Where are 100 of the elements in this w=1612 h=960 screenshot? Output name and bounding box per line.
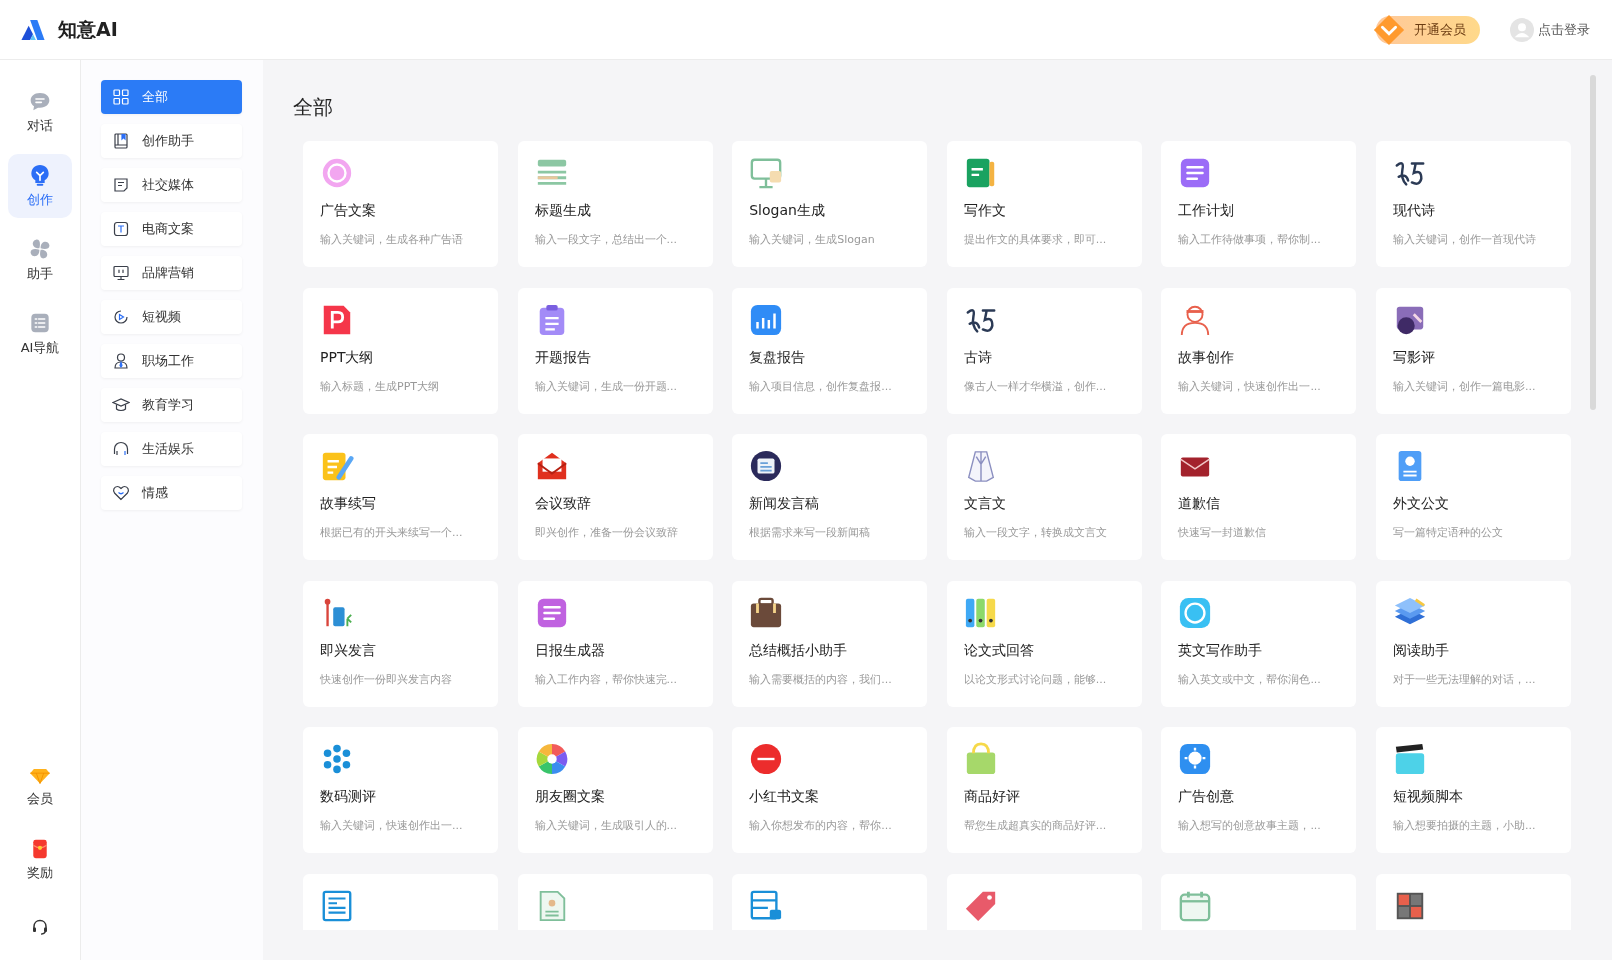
play-icon [112, 308, 130, 326]
tool-card[interactable]: 现代诗 输入关键词，创作一首现代诗 [1375, 141, 1571, 267]
tool-card[interactable]: 古诗 像古人一样才华横溢，创作... [946, 287, 1142, 414]
category-item[interactable]: 短视频 [101, 300, 242, 334]
vip-button[interactable]: 开通会员 [1376, 15, 1480, 44]
card-description: 像古人一样才华横溢，创作... [963, 378, 1108, 394]
bulb-icon [28, 163, 52, 187]
card-title: 外文公文 [1392, 495, 1450, 514]
card-title: 英文写作助手 [1178, 641, 1264, 660]
card-title: 会议致辞 [534, 495, 592, 514]
diamond-icon [1372, 12, 1406, 47]
headset-icon [31, 918, 49, 936]
card-description: 输入一段文字，总结出一个... [534, 232, 679, 247]
tool-card[interactable]: 日报生成器 输入工作内容，帮你快速完... [517, 580, 713, 707]
card-title: 朋友圈文案 [534, 788, 606, 807]
card-description: 帮您生成超真实的商品好评... [963, 818, 1108, 834]
person-icon [112, 352, 130, 370]
card-title: 标题生成 [534, 202, 592, 220]
tool-card[interactable]: 故事创作 输入关键词，快速创作出一... [1161, 287, 1357, 414]
tool-card[interactable]: 朋友圈文案 输入关键词，生成吸引人的... [517, 727, 713, 854]
category-item[interactable]: 职场工作 [101, 344, 242, 378]
book-icon [112, 132, 130, 150]
card-title: 即兴发言 [320, 641, 377, 660]
login-button[interactable]: 点击登录 [1510, 17, 1590, 42]
tool-card[interactable]: 英文写作助手 输入英文或中文，帮你润色... [1161, 580, 1357, 707]
card-title: 小红书文案 [749, 788, 821, 807]
card-title: 古诗 [963, 348, 993, 367]
nav-item[interactable]: 会员 [8, 754, 72, 818]
card-description: 输入关键词，创作一首现代诗 [1392, 232, 1537, 247]
card-description: 输入关键词，生成Slogan [749, 232, 876, 247]
card-description: 输入项目信息，创作复盘报... [749, 378, 893, 394]
category-item[interactable]: 创作助手 [101, 124, 242, 158]
card-title: 论文式回答 [963, 641, 1035, 660]
card-title: 故事续写 [320, 495, 377, 514]
tool-card[interactable]: 复盘报告 输入项目信息，创作复盘报... [732, 287, 928, 414]
nav-item[interactable]: 助手 [8, 228, 72, 292]
scrollbar[interactable] [1590, 75, 1596, 410]
nav-item[interactable]: AI导航 [8, 302, 72, 366]
tool-card[interactable]: 即兴发言 快速创作一份即兴发言内容 [303, 580, 498, 707]
card-description: 快速创作一份即兴发言内容 [320, 671, 453, 687]
category-item[interactable]: 教育学习 [101, 388, 242, 422]
tool-card[interactable]: 论文式回答 以论文形式讨论问题，能够... [946, 580, 1142, 707]
tool-card[interactable]: 故事续写 根据已有的开头来续写一个... [303, 434, 498, 561]
newspaper-icon [320, 888, 354, 923]
note-icon [112, 176, 130, 194]
tool-card[interactable]: 阅读助手 对于一些无法理解的对话，... [1375, 580, 1571, 707]
tool-card[interactable]: 写作文 提出作文的具体要求，即可... [946, 141, 1142, 267]
tool-card[interactable]: 总结概括小助手 输入需要概括的内容，我们... [732, 580, 928, 707]
category-item[interactable]: 生活娱乐 [101, 432, 242, 466]
card-title: 开题报告 [534, 348, 592, 367]
tool-card[interactable]: Slogan生成 输入关键词，生成Slogan [732, 141, 928, 267]
tool-card[interactable]: 新闻发言稿 根据需求来写一段新闻稿 [732, 434, 928, 561]
tool-card[interactable]: 文言文 输入一段文字，转换成文言文 [946, 434, 1142, 561]
tool-card[interactable]: 广告文案 输入关键词，生成各种广告语 [303, 141, 498, 267]
card-title: PPT大纲 [320, 348, 375, 367]
category-item[interactable]: 情感 [101, 476, 242, 510]
card-title: 工作计划 [1178, 202, 1236, 220]
card-title: 写影评 [1392, 348, 1436, 367]
grid-icon [112, 88, 130, 106]
tool-card[interactable]: 短视频脚本 输入想要拍摄的主题，小助... [1375, 727, 1571, 854]
tool-card[interactable]: 工作计划 输入工作待做事项，帮你制... [1161, 141, 1357, 267]
card-title: 广告文案 [320, 202, 377, 220]
card-title: 故事创作 [1178, 348, 1236, 367]
card-title: 日报生成器 [534, 641, 606, 660]
card-description: 输入关键词，创作一篇电影... [1392, 378, 1537, 394]
nav-item[interactable]: 对话 [8, 80, 72, 144]
tool-card[interactable]: 广告创意 输入想写的创意故事主题，... [1161, 727, 1357, 854]
tool-card[interactable]: 数码测评 输入关键词，快速创作出一... [303, 727, 498, 854]
card-description: 即兴创作，准备一份会议致辞 [534, 525, 679, 541]
tool-card[interactable]: 标题生成 输入一段文字，总结出一个... [517, 141, 713, 267]
tool-card[interactable]: 外文公文 写一篇特定语种的公文 [1375, 434, 1571, 561]
card-title: 写作文 [963, 202, 1007, 220]
tool-card[interactable]: 写影评 输入关键词，创作一篇电影... [1375, 287, 1571, 414]
tool-card[interactable]: PPT大纲 输入标题，生成PPT大纲 [303, 287, 498, 414]
nav-item[interactable]: 创作 [8, 154, 72, 218]
category-item[interactable]: 社交媒体 [101, 168, 242, 202]
tool-card[interactable]: 小红书文案 输入你想发布的内容，帮你... [732, 727, 928, 854]
board-icon [749, 156, 784, 190]
tool-card[interactable]: 开题报告 输入关键词，生成一份开题... [517, 287, 713, 414]
monitor-icon [112, 264, 130, 282]
card-description: 输入需要概括的内容，我们... [749, 671, 893, 687]
card-description: 输入你想发布的内容，帮你... [749, 818, 893, 834]
category-item[interactable]: 全部 [101, 80, 242, 114]
card-description: 以论文形式讨论问题，能够... [963, 671, 1108, 687]
avatar-icon [1510, 17, 1534, 42]
tool-card[interactable]: 道歉信 快速写一封道歉信 [1161, 434, 1357, 561]
card-description: 输入英文或中文，帮你润色... [1178, 671, 1322, 687]
nav-item[interactable]: 奖励 [8, 828, 72, 892]
card-title: 道歉信 [1178, 495, 1222, 514]
card-description: 根据需求来写一段新闻稿 [749, 525, 872, 541]
card-description: 快速写一封道歉信 [1178, 525, 1268, 541]
aperture-icon [534, 742, 569, 777]
card-title: 现代诗 [1392, 202, 1436, 220]
tool-card[interactable]: 商品好评 帮您生成超真实的商品好评... [946, 727, 1142, 854]
card-title: 新闻发言稿 [749, 495, 821, 514]
category-item[interactable]: 电商文案 [101, 212, 242, 246]
card-description: 输入想写的创意故事主题，... [1178, 818, 1322, 834]
category-item[interactable]: 品牌营销 [101, 256, 242, 290]
card-title: 广告创意 [1178, 788, 1236, 807]
tool-card[interactable]: 会议致辞 即兴创作，准备一份会议致辞 [517, 434, 713, 561]
